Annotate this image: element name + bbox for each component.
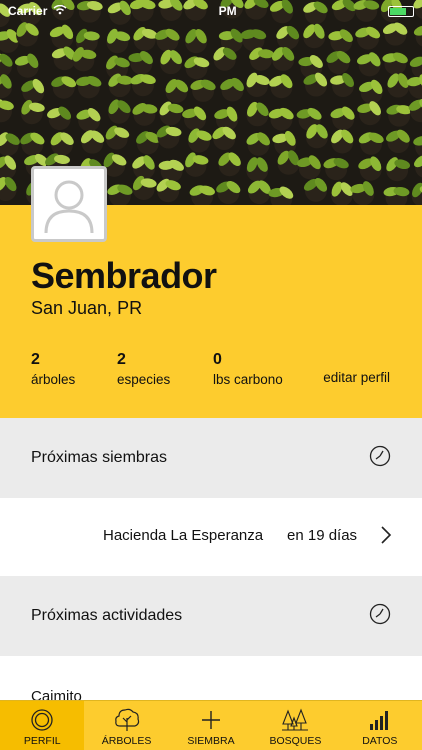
clock-icon <box>369 603 391 630</box>
stat-trees: 2 árboles <box>31 351 75 387</box>
planting-when: en 19 días <box>287 527 358 544</box>
bar-chart-icon <box>369 711 388 730</box>
tab-datos[interactable]: DATOS <box>338 701 422 750</box>
tab-arboles[interactable]: ÁRBOLES <box>84 701 168 750</box>
tab-siembra-label: SIEMBRA <box>187 735 235 747</box>
profile-location: San Juan, PR <box>31 298 143 318</box>
upcoming-activities-title: Próximas actividades <box>31 607 183 624</box>
forest-icon <box>282 708 309 731</box>
planting-place: Hacienda La Esperanza <box>103 527 264 544</box>
status-time: PM <box>218 4 237 18</box>
status-bar: Carrier PM <box>0 0 422 22</box>
wifi-icon <box>53 4 67 18</box>
tab-bosques[interactable]: BOSQUES <box>253 701 337 750</box>
upcoming-plantings-title: Próximas siembras <box>31 449 168 466</box>
stat-carbon-value: 0 <box>213 351 222 368</box>
tab-bosques-label: BOSQUES <box>269 735 322 747</box>
tree-icon <box>114 708 139 731</box>
plus-icon <box>202 711 221 729</box>
carrier-label: Carrier <box>8 4 48 18</box>
tab-bar: PERFIL ÁRBOLES SIEMBRA BOSQUES DATOS <box>0 700 422 750</box>
stat-carbon: 0 lbs carbono <box>213 351 283 387</box>
user-placeholder-icon <box>44 180 94 234</box>
stat-trees-label: árboles <box>31 372 76 387</box>
profile-name: Sembrador <box>31 255 217 296</box>
upcoming-plantings-header: Próximas siembras <box>0 418 422 498</box>
tab-siembra[interactable]: SIEMBRA <box>169 701 253 750</box>
tab-perfil-label: PERFIL <box>23 735 61 747</box>
stat-species: 2 especies <box>117 351 170 387</box>
stat-carbon-label: lbs carbono <box>213 372 283 387</box>
chevron-right-icon <box>380 525 392 550</box>
stat-species-label: especies <box>117 372 171 387</box>
avatar[interactable] <box>31 166 107 242</box>
stat-trees-value: 2 <box>31 351 40 368</box>
battery-icon <box>387 5 414 17</box>
tab-datos-label: DATOS <box>362 735 398 747</box>
edit-profile-link[interactable]: editar perfil <box>323 370 390 385</box>
stat-species-value: 2 <box>117 351 126 368</box>
profile-target-icon <box>31 709 53 731</box>
clock-icon <box>369 445 391 472</box>
upcoming-activities-header: Próximas actividades <box>0 576 422 656</box>
tab-arboles-label: ÁRBOLES <box>101 735 152 747</box>
planting-list-item[interactable]: Hacienda La Esperanza en 19 días <box>0 498 422 576</box>
tab-perfil[interactable]: PERFIL <box>0 701 85 750</box>
